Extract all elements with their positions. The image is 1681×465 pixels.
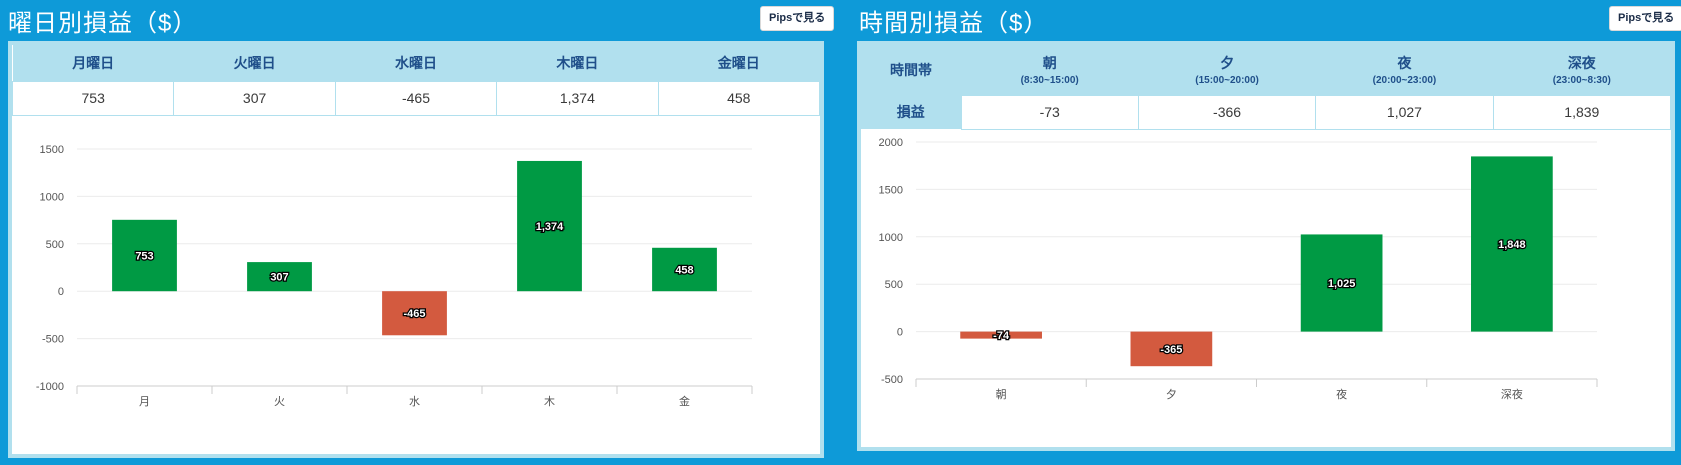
hourly-panel-title: 時間別損益（$） <box>859 10 1049 37</box>
value-mon: 753 <box>11 80 175 116</box>
y-tick-label: -500 <box>42 334 64 346</box>
header-evening: 夕 (15:00~20:00) <box>1138 45 1316 95</box>
header-thu: 木曜日 <box>496 45 659 81</box>
weekday-value-row: 753 307 -465 1,374 458 <box>11 80 821 116</box>
hourly-card: 時間帯 朝 (8:30~15:00) 夕 (15:00~20:00) 夜 (20:00… <box>857 41 1675 451</box>
value-fri: 458 <box>657 80 821 116</box>
header-night: 夜 (20:00~23:00) <box>1315 45 1494 95</box>
hourly-pips-button[interactable]: Pipsで見る <box>1609 6 1681 31</box>
row-header-pnl: 損益 <box>861 95 961 129</box>
data-label: 1,025 <box>1328 278 1356 290</box>
header-tue: 火曜日 <box>173 45 336 81</box>
x-tick-label: 水 <box>409 395 420 408</box>
y-tick-label: 0 <box>897 327 903 339</box>
y-tick-label: -500 <box>881 374 903 386</box>
value-wed: -465 <box>334 80 498 116</box>
header-late-night: 深夜 (23:00~8:30) <box>1493 45 1671 95</box>
header-late-night-name: 深夜 <box>1567 55 1596 72</box>
x-tick-label: 深夜 <box>1501 387 1523 401</box>
data-label: -465 <box>403 308 425 320</box>
y-tick-label: -1000 <box>36 381 64 393</box>
x-tick-label: 朝 <box>996 388 1007 401</box>
header-morning-name: 朝 <box>1042 55 1057 72</box>
y-tick-label: 500 <box>46 239 64 251</box>
y-tick-label: 0 <box>58 286 64 298</box>
x-tick-label: 夜 <box>1336 387 1347 401</box>
header-night-sub: (20:00~23:00) <box>1372 75 1437 87</box>
x-tick-label: 火 <box>274 396 285 408</box>
data-label: 753 <box>135 251 153 263</box>
weekday-pips-button[interactable]: Pipsで見る <box>760 6 835 31</box>
hourly-bar-chart: -500 0 500 1000 1500 2000 朝 夕 夜 深夜 -74 -365 1,025 1,8… <box>879 137 1598 401</box>
value-late-night: 1,839 <box>1492 94 1672 130</box>
weekday-summary-table: 月曜日 火曜日 水曜日 木曜日 金曜日 753 307 -465 1,374 4… <box>11 45 821 116</box>
header-evening-sub: (15:00~20:00) <box>1195 75 1259 87</box>
hourly-summary-table: 時間帯 朝 (8:30~15:00) 夕 (15:00~20:00) 夜 (20:00… <box>861 45 1672 130</box>
x-tick-label: 月 <box>139 396 150 408</box>
data-label: 458 <box>675 264 693 276</box>
header-morning: 朝 (8:30~15:00) <box>961 45 1139 95</box>
header-mon: 月曜日 <box>12 45 174 81</box>
header-wed: 水曜日 <box>335 45 497 81</box>
value-evening: -366 <box>1137 94 1317 130</box>
value-tue: 307 <box>173 80 336 116</box>
weekday-header-row: 月曜日 火曜日 水曜日 木曜日 金曜日 <box>12 45 820 81</box>
header-fri: 金曜日 <box>658 45 820 81</box>
y-tick-label: 1500 <box>40 144 64 156</box>
weekday-bar-chart: -1000 -500 0 500 1000 1500 月 火 水 木 金 753 307 -465 1,37… <box>36 144 753 408</box>
value-thu: 1,374 <box>496 80 659 116</box>
x-tick-label: 金 <box>679 394 690 408</box>
hourly-value-row: 損益 -73 -366 1,027 1,839 <box>861 94 1672 130</box>
hourly-panel: 時間別損益（$） Pipsで見る 時間帯 朝 (8:30~15:00) 夕 (15:… <box>851 0 1681 465</box>
x-tick-label: 木 <box>544 395 555 408</box>
y-tick-label: 1000 <box>40 191 64 203</box>
weekday-card: 月曜日 火曜日 水曜日 木曜日 金曜日 753 307 -465 1,374 4… <box>8 41 824 458</box>
y-tick-label: 500 <box>885 279 903 291</box>
header-night-name: 夜 <box>1397 55 1412 72</box>
weekday-panel: 曜日別損益（$） Pipsで見る 月曜日 火曜日 水曜日 木曜日 金曜日 753… <box>0 0 835 465</box>
data-label: 1,848 <box>1498 239 1526 251</box>
header-late-night-sub: (23:00~8:30) <box>1552 75 1611 87</box>
value-morning: -73 <box>960 94 1139 130</box>
x-tick-label: 夕 <box>1166 388 1177 401</box>
value-night: 1,027 <box>1315 94 1494 130</box>
row-header-timeband: 時間帯 <box>861 45 961 95</box>
y-tick-label: 1000 <box>879 232 903 244</box>
y-tick-label: 2000 <box>879 137 903 149</box>
weekday-panel-title: 曜日別損益（$） <box>8 10 198 37</box>
data-label: 1,374 <box>536 221 564 233</box>
data-label: 307 <box>270 272 288 284</box>
hourly-header-row: 時間帯 朝 (8:30~15:00) 夕 (15:00~20:00) 夜 (20:00… <box>861 45 1671 95</box>
data-label: -74 <box>993 330 1010 342</box>
y-tick-label: 1500 <box>879 184 903 196</box>
header-evening-name: 夕 <box>1220 55 1235 72</box>
data-label: -365 <box>1160 344 1182 356</box>
header-morning-sub: (8:30~15:00) <box>1020 75 1079 87</box>
